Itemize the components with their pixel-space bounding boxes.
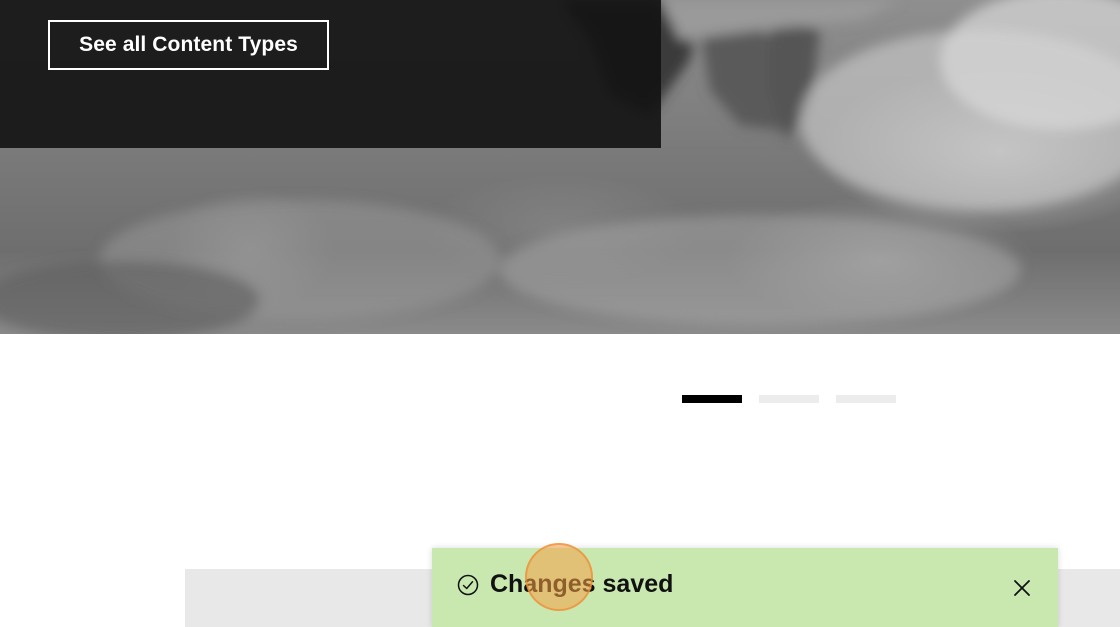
hero-image: See all Content Types — [0, 0, 1120, 334]
carousel-page-1[interactable] — [682, 395, 742, 403]
toast-message: Changes saved — [490, 570, 674, 598]
hero-overlay-panel: See all Content Types — [0, 0, 661, 148]
close-icon[interactable] — [1011, 577, 1033, 599]
carousel-page-3[interactable] — [836, 395, 896, 403]
check-circle-icon — [457, 574, 479, 596]
toast-notification: Changes saved — [432, 548, 1058, 627]
carousel-pagination — [682, 395, 896, 403]
carousel-page-2[interactable] — [759, 395, 819, 403]
see-all-content-types-button[interactable]: See all Content Types — [48, 20, 329, 70]
cta-label: See all Content Types — [79, 33, 298, 56]
